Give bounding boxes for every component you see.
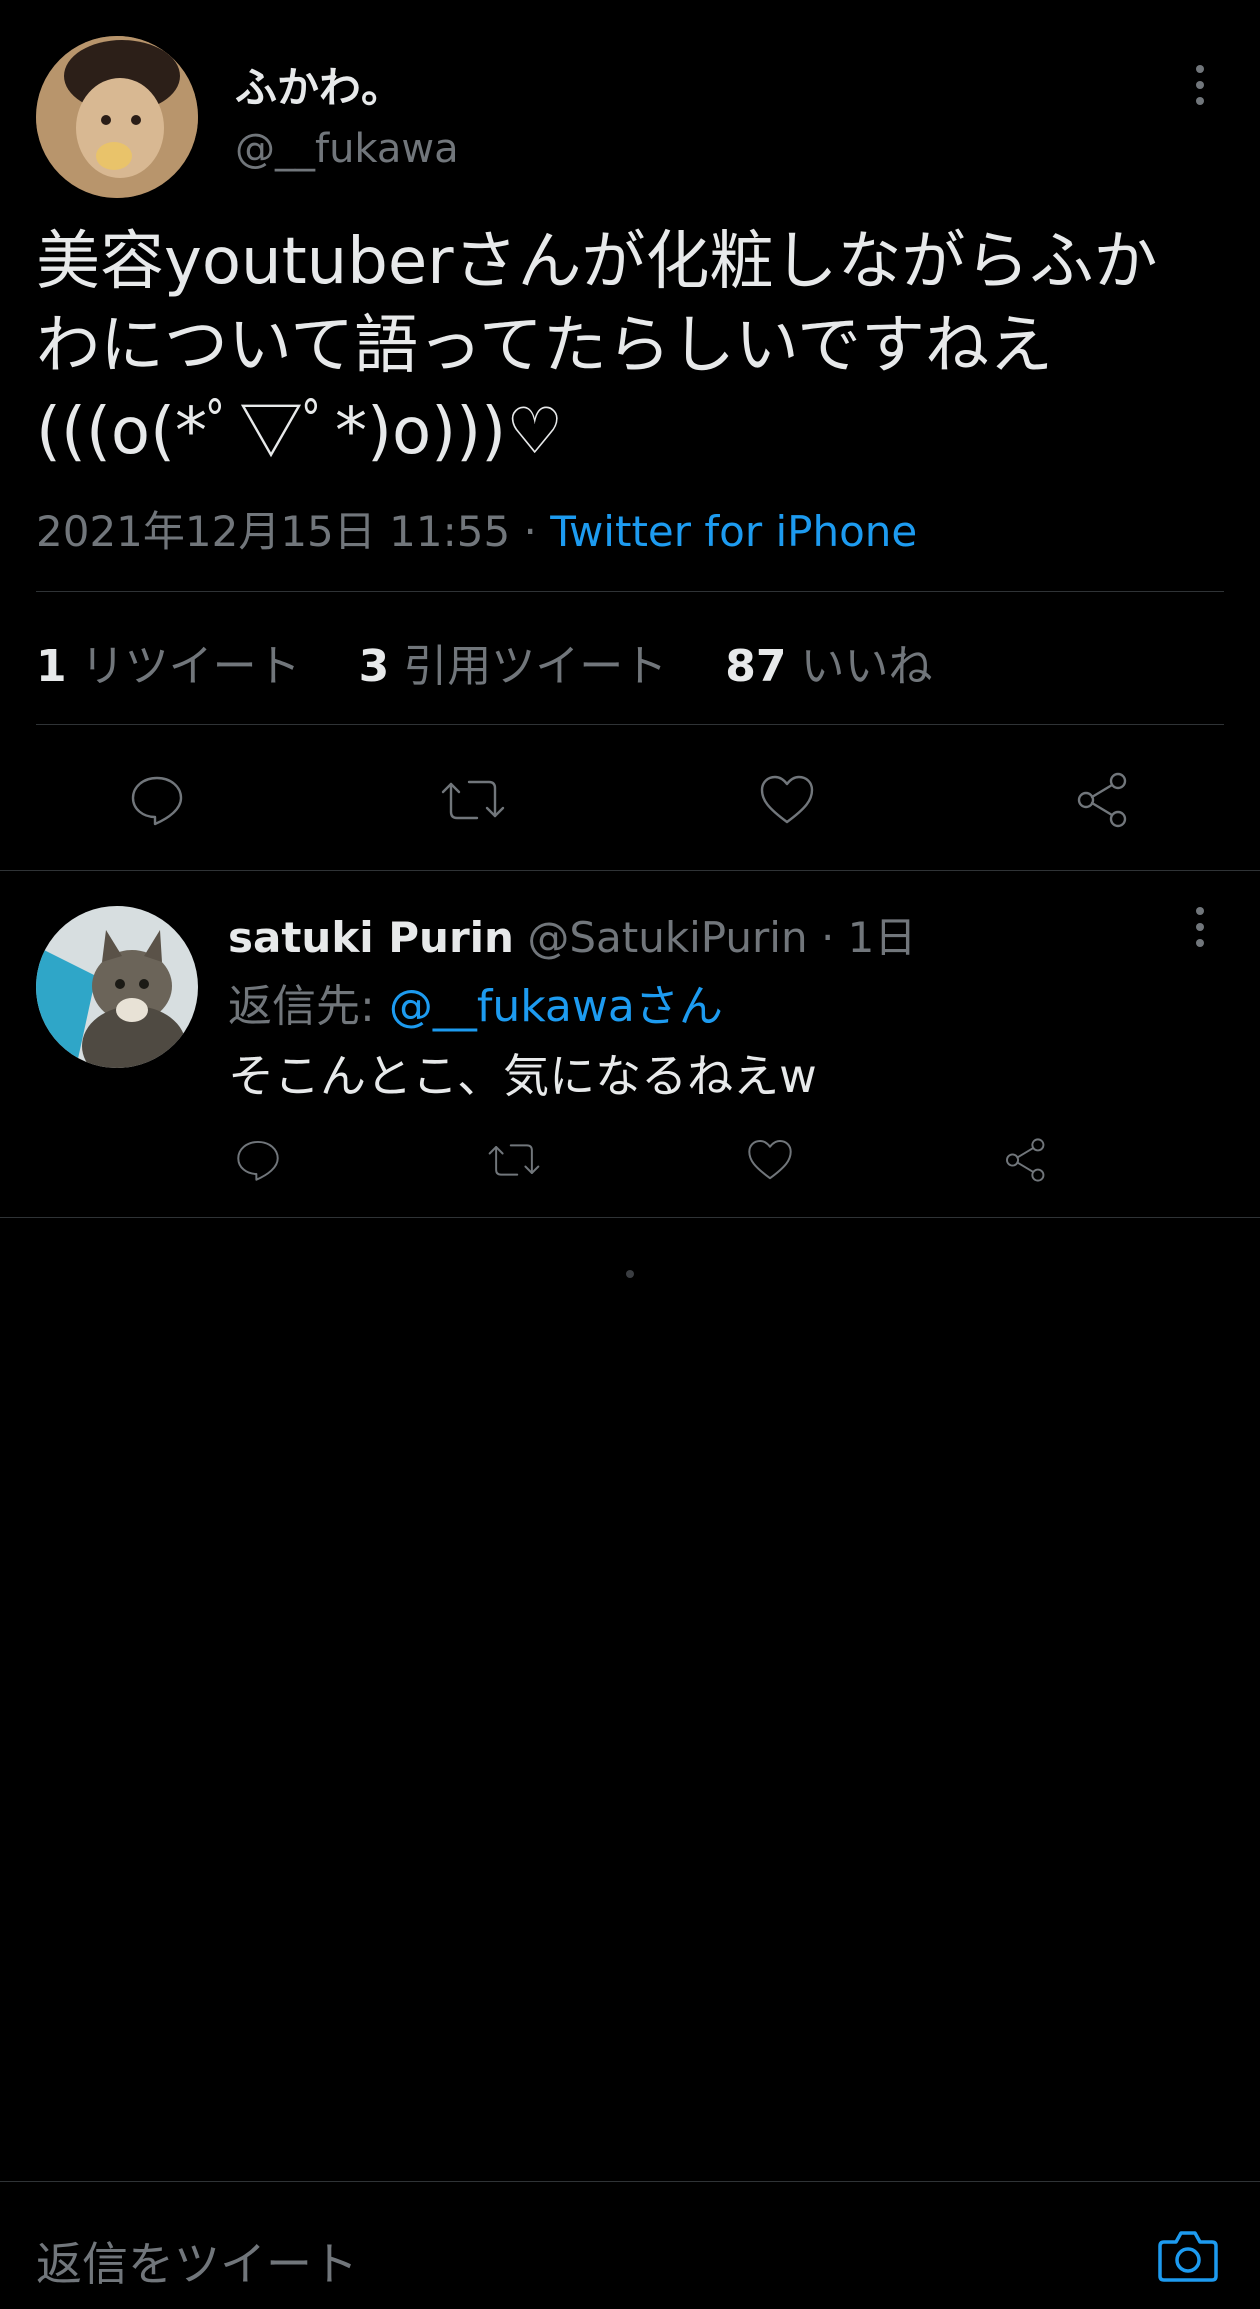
share-icon[interactable] xyxy=(1068,765,1138,835)
reply-author-name[interactable]: satuki Purin xyxy=(228,913,514,962)
more-options-icon[interactable] xyxy=(1180,60,1220,110)
tweet-meta: 2021年12月15日 11:55 · Twitter for iPhone xyxy=(36,498,917,559)
reply-header: satuki Purin @SatukiPurin · 1日 xyxy=(228,904,916,965)
reply-reply-icon[interactable] xyxy=(230,1132,286,1188)
retweets-label: リツイート xyxy=(80,641,301,692)
reply-composer-input[interactable]: 返信をツイート xyxy=(36,2228,358,2294)
reply-author-avatar[interactable] xyxy=(36,906,198,1068)
child-portrait-image xyxy=(36,36,198,198)
retweets-stat[interactable]: 1 リツイート xyxy=(36,641,315,692)
reply-time[interactable]: · 1日 xyxy=(821,913,916,962)
quotes-label: 引用ツイート xyxy=(403,641,668,692)
tweet-timestamp[interactable]: 2021年12月15日 11:55 xyxy=(36,507,510,556)
reply-author-handle[interactable]: @SatukiPurin xyxy=(527,913,807,962)
reply-text: そこんとこ、気になるねえw xyxy=(228,1049,817,1103)
tweet-source-link[interactable]: Twitter for iPhone xyxy=(550,507,917,556)
quotes-count: 3 xyxy=(358,641,390,692)
cat-portrait-image xyxy=(36,906,198,1068)
tweet-text-line-2: わについて語ってたらしいですねえ xyxy=(36,309,1053,383)
main-author-handle[interactable]: @__fukawa xyxy=(235,126,459,172)
reply-like-icon[interactable] xyxy=(742,1132,798,1188)
reply-to-line: 返信先: @__fukawaさん xyxy=(228,970,723,1034)
quotes-stat[interactable]: 3 引用ツイート xyxy=(359,641,682,692)
meta-separator: · xyxy=(523,507,537,556)
divider-stats xyxy=(36,724,1224,725)
tweet-text-line-1: 美容youtuberさんが化粧しながらふか xyxy=(36,225,1158,299)
likes-count: 87 xyxy=(725,641,787,692)
tweet-text-line-3: (((o(*ﾟ▽ﾟ*)o)))♡ xyxy=(36,395,564,469)
reply-more-options-icon[interactable] xyxy=(1180,902,1220,952)
reply-icon[interactable] xyxy=(122,765,192,835)
reply-to-label: 返信先: xyxy=(228,981,375,1032)
retweets-count: 1 xyxy=(36,641,67,692)
reply-share-icon[interactable] xyxy=(998,1132,1054,1188)
camera-icon[interactable] xyxy=(1152,2220,1224,2292)
reply-retweet-icon[interactable] xyxy=(486,1132,542,1188)
stats-row: 1 リツイート 3 引用ツイート 87 いいね xyxy=(36,630,932,694)
divider-reply-end xyxy=(0,1217,1260,1218)
divider-main-end xyxy=(0,870,1260,871)
likes-label: いいね xyxy=(800,641,933,692)
retweet-icon[interactable] xyxy=(438,765,508,835)
divider-top xyxy=(36,591,1224,592)
loading-indicator-dot xyxy=(626,1270,634,1278)
like-icon[interactable] xyxy=(752,765,822,835)
reply-to-handle[interactable]: @__fukawaさん xyxy=(389,981,723,1032)
main-author-name[interactable]: ふかわ。 xyxy=(235,54,403,115)
likes-stat[interactable]: 87 いいね xyxy=(725,641,932,692)
main-author-avatar[interactable] xyxy=(36,36,198,198)
composer-divider xyxy=(0,2181,1260,2182)
